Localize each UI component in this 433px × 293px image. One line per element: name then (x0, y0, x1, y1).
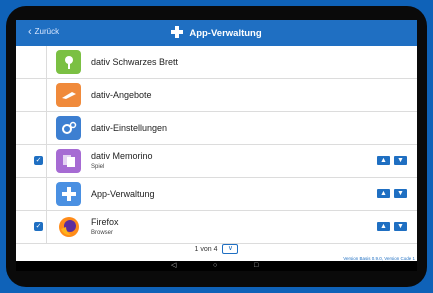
row-divider (46, 178, 47, 210)
header-bar: ‹ Zurück App-Verwaltung (16, 20, 417, 46)
page-indicator: 1 von 4 (194, 245, 218, 253)
tag-icon (56, 83, 81, 107)
row-divider (46, 46, 47, 78)
tablet-frame: ‹ Zurück App-Verwaltung dativ Schwarzes … (6, 6, 427, 287)
row-divider (46, 211, 47, 243)
list-item[interactable]: dativ-Angebote (16, 79, 417, 112)
cards-icon (56, 149, 81, 173)
move-up-button[interactable]: ▲ (377, 222, 390, 231)
page-title-text: App-Verwaltung (189, 28, 262, 39)
page-title: App-Verwaltung (16, 26, 417, 39)
list-item[interactable]: ✓ dativ Memorino Spiel ▲ ▼ (16, 145, 417, 178)
app-name: App-Verwaltung (91, 189, 155, 199)
app-screen: ‹ Zurück App-Verwaltung dativ Schwarzes … (16, 20, 417, 271)
list-item[interactable]: dativ-Einstellungen (16, 112, 417, 145)
checkbox-checked[interactable]: ✓ (34, 222, 43, 231)
app-list: dativ Schwarzes Brett dativ-Angebote dat… (16, 46, 417, 244)
list-item[interactable]: ✓ Firefox Browser ▲ ▼ (16, 211, 417, 244)
list-item[interactable]: dativ Schwarzes Brett (16, 46, 417, 79)
app-name: dativ Memorino (91, 151, 153, 161)
app-name: dativ-Einstellungen (91, 123, 168, 133)
move-down-button[interactable]: ▼ (394, 156, 407, 165)
move-down-button[interactable]: ▼ (394, 222, 407, 231)
app-name: Firefox (91, 217, 119, 227)
app-category: Browser (91, 230, 114, 236)
plus-icon (56, 182, 81, 206)
checkbox-checked[interactable]: ✓ (34, 156, 43, 165)
gears-icon (56, 116, 81, 140)
list-item[interactable]: App-Verwaltung ▲ ▼ (16, 178, 417, 211)
row-divider (46, 112, 47, 144)
android-nav-bar: ◁ ○ □ (16, 261, 417, 271)
pin-icon (56, 50, 81, 74)
move-up-button[interactable]: ▲ (377, 156, 390, 165)
home-nav-icon[interactable]: ○ (213, 261, 217, 271)
app-name: dativ-Angebote (91, 90, 152, 100)
firefox-icon (56, 215, 81, 239)
next-page-button[interactable]: ∨ (222, 244, 239, 254)
move-controls: ▲ ▼ (377, 156, 407, 165)
move-controls: ▲ ▼ (377, 222, 407, 231)
pager: 1 von 4 ∨ (16, 244, 417, 254)
row-divider (46, 145, 47, 177)
app-category: Spiel (91, 164, 105, 170)
move-up-button[interactable]: ▲ (377, 189, 390, 198)
row-divider (46, 79, 47, 111)
back-nav-icon[interactable]: ◁ (171, 261, 176, 271)
recents-nav-icon[interactable]: □ (254, 261, 258, 271)
move-controls: ▲ ▼ (377, 189, 407, 198)
move-down-button[interactable]: ▼ (394, 189, 407, 198)
plus-icon (171, 26, 184, 38)
app-name: dativ Schwarzes Brett (91, 57, 179, 67)
